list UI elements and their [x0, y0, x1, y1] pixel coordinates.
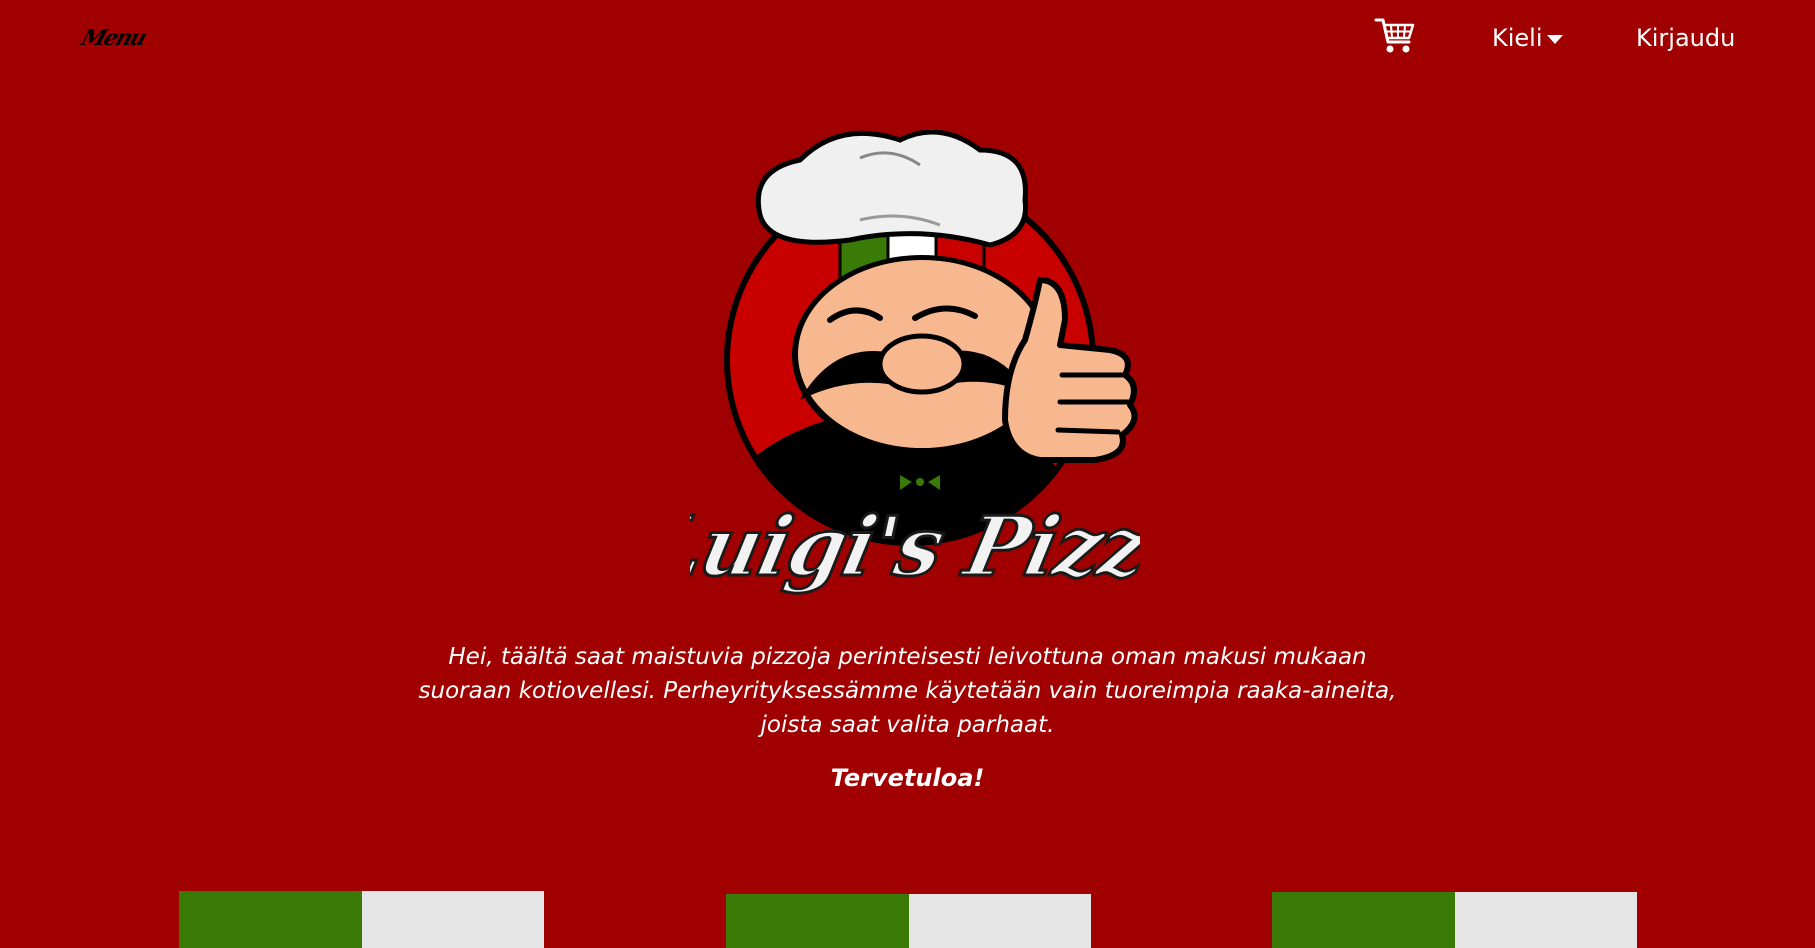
page: Menu Kieli Kirjaudu Luigi's Pizza Hei, t…	[0, 0, 1815, 948]
flag-green-stripe	[179, 891, 362, 948]
flag-white-stripe	[361, 891, 544, 948]
chef-thumbs-up-icon: Luigi's Pizza	[690, 130, 1140, 596]
menu-label: Menu	[77, 25, 149, 51]
menu-button[interactable]: Menu	[78, 18, 154, 58]
language-label: Kieli	[1492, 24, 1543, 52]
language-dropdown[interactable]: Kieli	[1492, 22, 1563, 54]
flag-green-stripe	[726, 894, 909, 948]
flag-card[interactable]	[1272, 892, 1637, 948]
login-link[interactable]: Kirjaudu	[1636, 22, 1735, 54]
flag-green-stripe	[1272, 892, 1455, 948]
caret-down-icon	[1546, 35, 1563, 44]
flag-card[interactable]	[179, 891, 544, 948]
flag-white-stripe	[908, 894, 1091, 948]
logo-text: Luigi's Pizza	[690, 498, 1140, 595]
flag-card[interactable]	[726, 894, 1091, 948]
shopping-cart-icon	[1374, 18, 1415, 53]
cart-button[interactable]	[1374, 16, 1416, 56]
intro-text: Hei, täältä saat maistuvia pizzoja perin…	[418, 644, 1397, 738]
welcome-text: Tervetuloa!	[830, 764, 985, 792]
flag-white-stripe	[1454, 892, 1637, 948]
